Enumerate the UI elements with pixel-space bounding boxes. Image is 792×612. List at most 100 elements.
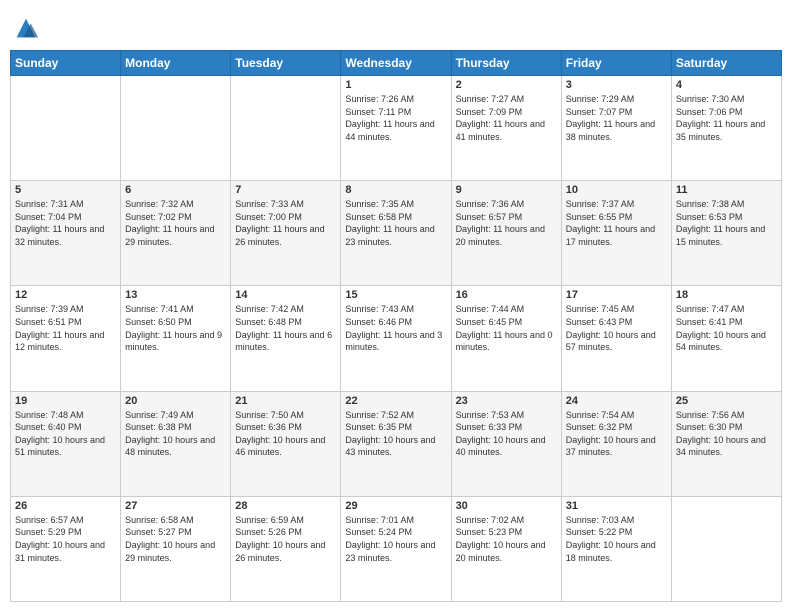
week-row-0: 1Sunrise: 7:26 AM Sunset: 7:11 PM Daylig… [11,76,782,181]
day-info: Sunrise: 7:47 AM Sunset: 6:41 PM Dayligh… [676,303,777,353]
calendar-cell [231,76,341,181]
calendar-cell: 1Sunrise: 7:26 AM Sunset: 7:11 PM Daylig… [341,76,451,181]
day-info: Sunrise: 7:43 AM Sunset: 6:46 PM Dayligh… [345,303,446,353]
day-number: 11 [676,184,777,196]
calendar-cell: 13 Sunrise: 7:41 AM Sunset: 6:50 PM Dayli… [121,286,231,391]
day-info: Sunrise: 7:39 AM Sunset: 6:51 PM Dayligh… [15,303,116,353]
day-info: Sunrise: 7:45 AM Sunset: 6:43 PM Dayligh… [566,303,667,353]
weekday-header-tuesday: Tuesday [231,51,341,76]
calendar-cell: 28 Sunrise: 6:59 AM Sunset: 5:26 PM Dayli… [231,496,341,601]
calendar-cell: 14 Sunrise: 7:42 AM Sunset: 6:48 PM Dayli… [231,286,341,391]
calendar-cell: 21 Sunrise: 7:50 AM Sunset: 6:36 PM Dayli… [231,391,341,496]
calendar-cell: 8 Sunrise: 7:35 AM Sunset: 6:58 PM Daylig… [341,181,451,286]
day-number: 28 [235,500,336,512]
day-number: 1 [345,79,446,91]
logo-icon [12,14,40,42]
day-number: 29 [345,500,446,512]
calendar-cell: 16 Sunrise: 7:44 AM Sunset: 6:45 PM Dayli… [451,286,561,391]
day-info: Sunrise: 7:35 AM Sunset: 6:58 PM Dayligh… [345,198,446,248]
day-number: 23 [456,395,557,407]
day-info: Sunrise: 7:54 AM Sunset: 6:32 PM Dayligh… [566,409,667,459]
header [10,10,782,42]
day-number: 9 [456,184,557,196]
day-number: 5 [15,184,116,196]
day-info: Sunrise: 7:41 AM Sunset: 6:50 PM Dayligh… [125,303,226,353]
calendar-cell: 15 Sunrise: 7:43 AM Sunset: 6:46 PM Dayli… [341,286,451,391]
calendar-cell: 9 Sunrise: 7:36 AM Sunset: 6:57 PM Daylig… [451,181,561,286]
calendar-cell: 27Sunrise: 6:58 AM Sunset: 5:27 PM Dayli… [121,496,231,601]
week-row-1: 5 Sunrise: 7:31 AM Sunset: 7:04 PM Daylig… [11,181,782,286]
day-number: 10 [566,184,667,196]
day-info: Sunrise: 7:36 AM Sunset: 6:57 PM Dayligh… [456,198,557,248]
weekday-header-wednesday: Wednesday [341,51,451,76]
day-number: 16 [456,289,557,301]
day-number: 8 [345,184,446,196]
weekday-header-monday: Monday [121,51,231,76]
weekday-header-sunday: Sunday [11,51,121,76]
calendar-cell: 24Sunrise: 7:54 AM Sunset: 6:32 PM Dayli… [561,391,671,496]
day-info: Sunrise: 7:49 AM Sunset: 6:38 PM Dayligh… [125,409,226,459]
day-number: 13 [125,289,226,301]
day-info: Sunrise: 7:37 AM Sunset: 6:55 PM Dayligh… [566,198,667,248]
day-number: 18 [676,289,777,301]
weekday-header-thursday: Thursday [451,51,561,76]
day-info: Sunrise: 7:48 AM Sunset: 6:40 PM Dayligh… [15,409,116,459]
day-number: 6 [125,184,226,196]
day-info: Sunrise: 7:38 AM Sunset: 6:53 PM Dayligh… [676,198,777,248]
calendar-cell: 11 Sunrise: 7:38 AM Sunset: 6:53 PM Dayli… [671,181,781,286]
calendar-cell: 26 Sunrise: 6:57 AM Sunset: 5:29 PM Dayli… [11,496,121,601]
day-info: Sunrise: 7:01 AM Sunset: 5:24 PM Dayligh… [345,514,446,564]
day-info: Sunrise: 7:50 AM Sunset: 6:36 PM Dayligh… [235,409,336,459]
calendar-cell: 31 Sunrise: 7:03 AM Sunset: 5:22 PM Dayli… [561,496,671,601]
day-info: Sunrise: 7:29 AM Sunset: 7:07 PM Dayligh… [566,93,667,143]
calendar-cell [11,76,121,181]
calendar-cell: 10 Sunrise: 7:37 AM Sunset: 6:55 PM Dayli… [561,181,671,286]
calendar-cell: 20 Sunrise: 7:49 AM Sunset: 6:38 PM Dayli… [121,391,231,496]
calendar-cell: 19 Sunrise: 7:48 AM Sunset: 6:40 PM Dayli… [11,391,121,496]
day-info: Sunrise: 7:32 AM Sunset: 7:02 PM Dayligh… [125,198,226,248]
calendar-cell [671,496,781,601]
day-number: 15 [345,289,446,301]
calendar-cell: 5 Sunrise: 7:31 AM Sunset: 7:04 PM Daylig… [11,181,121,286]
day-info: Sunrise: 7:52 AM Sunset: 6:35 PM Dayligh… [345,409,446,459]
page: SundayMondayTuesdayWednesdayThursdayFrid… [0,0,792,612]
day-info: Sunrise: 7:03 AM Sunset: 5:22 PM Dayligh… [566,514,667,564]
day-info: Sunrise: 7:44 AM Sunset: 6:45 PM Dayligh… [456,303,557,353]
calendar-cell: 25 Sunrise: 7:56 AM Sunset: 6:30 PM Dayli… [671,391,781,496]
day-number: 19 [15,395,116,407]
week-row-2: 12 Sunrise: 7:39 AM Sunset: 6:51 PM Dayli… [11,286,782,391]
weekday-header-saturday: Saturday [671,51,781,76]
day-number: 17 [566,289,667,301]
day-number: 26 [15,500,116,512]
day-number: 21 [235,395,336,407]
calendar-cell: 2Sunrise: 7:27 AM Sunset: 7:09 PM Daylig… [451,76,561,181]
week-row-4: 26 Sunrise: 6:57 AM Sunset: 5:29 PM Dayli… [11,496,782,601]
calendar-cell: 23Sunrise: 7:53 AM Sunset: 6:33 PM Dayli… [451,391,561,496]
calendar-cell: 22Sunrise: 7:52 AM Sunset: 6:35 PM Dayli… [341,391,451,496]
day-info: Sunrise: 7:30 AM Sunset: 7:06 PM Dayligh… [676,93,777,143]
day-info: Sunrise: 6:57 AM Sunset: 5:29 PM Dayligh… [15,514,116,564]
weekday-header-row: SundayMondayTuesdayWednesdayThursdayFrid… [11,51,782,76]
day-number: 4 [676,79,777,91]
day-info: Sunrise: 7:56 AM Sunset: 6:30 PM Dayligh… [676,409,777,459]
calendar-cell: 17 Sunrise: 7:45 AM Sunset: 6:43 PM Dayli… [561,286,671,391]
day-number: 14 [235,289,336,301]
calendar-table: SundayMondayTuesdayWednesdayThursdayFrid… [10,50,782,602]
calendar-cell: 12 Sunrise: 7:39 AM Sunset: 6:51 PM Dayli… [11,286,121,391]
calendar-cell: 30Sunrise: 7:02 AM Sunset: 5:23 PM Dayli… [451,496,561,601]
calendar-cell: 29 Sunrise: 7:01 AM Sunset: 5:24 PM Dayli… [341,496,451,601]
day-number: 25 [676,395,777,407]
day-number: 20 [125,395,226,407]
day-info: Sunrise: 6:59 AM Sunset: 5:26 PM Dayligh… [235,514,336,564]
calendar-cell [121,76,231,181]
day-number: 31 [566,500,667,512]
calendar-cell: 6 Sunrise: 7:32 AM Sunset: 7:02 PM Daylig… [121,181,231,286]
logo [10,14,40,42]
day-number: 30 [456,500,557,512]
calendar-cell: 7 Sunrise: 7:33 AM Sunset: 7:00 PM Daylig… [231,181,341,286]
day-number: 7 [235,184,336,196]
day-info: Sunrise: 7:33 AM Sunset: 7:00 PM Dayligh… [235,198,336,248]
day-number: 12 [15,289,116,301]
day-info: Sunrise: 7:31 AM Sunset: 7:04 PM Dayligh… [15,198,116,248]
day-info: Sunrise: 7:42 AM Sunset: 6:48 PM Dayligh… [235,303,336,353]
